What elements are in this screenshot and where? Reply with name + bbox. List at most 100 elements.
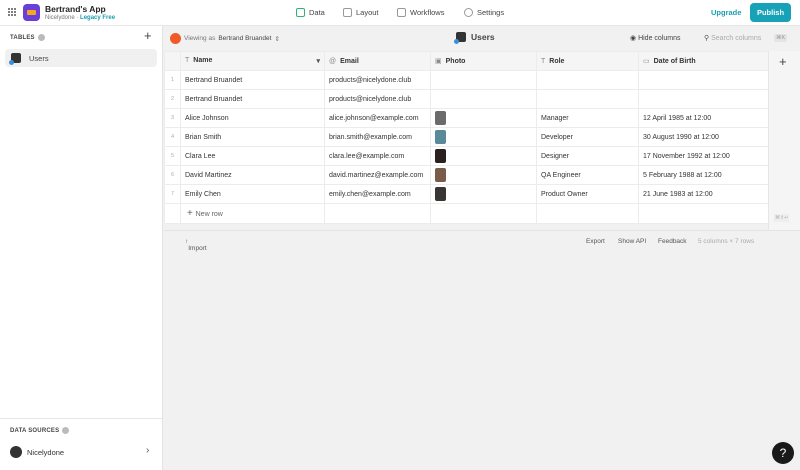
new-row-button[interactable]: + New row [180, 203, 325, 224]
cell-role[interactable]: Developer [536, 127, 639, 147]
cell-photo[interactable] [430, 89, 537, 109]
info-icon[interactable] [62, 427, 70, 434]
app-name[interactable]: Bertrand's App [45, 4, 106, 14]
data-sources-label: DATA SOURCES [10, 428, 60, 435]
import-button[interactable]: ↑ Import [185, 238, 207, 252]
plus-icon: + [187, 208, 196, 219]
column-label: Role [549, 57, 565, 65]
cell-name[interactable]: Clara Lee [180, 146, 325, 166]
show-api-button[interactable]: Show API [618, 238, 646, 245]
cell-photo[interactable] [430, 70, 537, 90]
photo-thumbnail[interactable] [435, 187, 446, 201]
cell-email[interactable]: clara.lee@example.com [324, 146, 431, 166]
cell-email[interactable]: brian.smith@example.com [324, 127, 431, 147]
table-row[interactable]: 5 Clara Lee clara.lee@example.com Designer 1… [164, 146, 769, 166]
cell-name[interactable]: Bertrand Bruandet [180, 70, 325, 90]
cell-dob[interactable]: 21 June 1983 at 12:00 [638, 184, 769, 204]
empty-cell [536, 203, 639, 224]
cell-name[interactable]: Bertrand Bruandet [180, 89, 325, 109]
table-row[interactable]: 7 Emily Chen emily.chen@example.com Product… [164, 184, 769, 204]
table-summary: 5 columns × 7 rows [698, 238, 755, 245]
cell-dob[interactable]: 5 February 1988 at 12:00 [638, 165, 769, 185]
table-title-text: Users [471, 32, 495, 42]
sidebar-item-users[interactable]: Users [5, 49, 157, 67]
cell-photo[interactable] [430, 165, 537, 185]
header-row: T Name ▾ @ Email ▣ Photo T Role ▭ Date of Birt… [164, 51, 769, 71]
column-header-dob[interactable]: ▭ Date of Birth [638, 51, 769, 71]
plan-badge[interactable]: Legacy Free [80, 15, 115, 21]
cell-role[interactable]: Manager [536, 108, 639, 128]
help-button[interactable]: ? [772, 442, 794, 464]
cell-role[interactable]: Product Owner [536, 184, 639, 204]
table-row[interactable]: 6 David Martinez david.martinez@example.co… [164, 165, 769, 185]
publish-button[interactable]: Publish [750, 3, 791, 22]
cell-email[interactable]: alice.johnson@example.com [324, 108, 431, 128]
photo-thumbnail[interactable] [435, 130, 446, 144]
add-column-area: + ⌘⇧↵ [768, 51, 800, 230]
tables-heading: TABLES [10, 34, 45, 41]
sidebar: TABLES + Users DATA SOURCES Nicelydone › [0, 26, 163, 470]
cell-dob[interactable]: 12 April 1985 at 12:00 [638, 108, 769, 128]
cell-name[interactable]: Alice Johnson [180, 108, 325, 128]
add-table-button[interactable]: + [144, 29, 152, 42]
table-row[interactable]: 1 Bertrand Bruandet products@nicelydone.cl… [164, 70, 769, 90]
table-row[interactable]: 2 Bertrand Bruandet products@nicelydone.cl… [164, 89, 769, 109]
cell-photo[interactable] [430, 184, 537, 204]
column-header-photo[interactable]: ▣ Photo [430, 51, 537, 71]
table-row[interactable]: 4 Brian Smith brian.smith@example.com Devel… [164, 127, 769, 147]
cell-dob[interactable]: 17 November 1992 at 12:00 [638, 146, 769, 166]
cell-photo[interactable] [430, 146, 537, 166]
photo-thumbnail[interactable] [435, 168, 446, 182]
cell-dob[interactable] [638, 70, 769, 90]
column-header-email[interactable]: @ Email [324, 51, 431, 71]
tab-settings[interactable]: Settings [464, 0, 504, 25]
row-number: 1 [164, 70, 181, 90]
cell-role[interactable]: QA Engineer [536, 165, 639, 185]
apps-grid-icon[interactable] [8, 8, 16, 16]
column-label: Photo [445, 58, 466, 65]
cell-dob[interactable] [638, 89, 769, 109]
cell-role[interactable] [536, 70, 639, 90]
cell-photo[interactable] [430, 127, 537, 147]
row-number: 2 [164, 89, 181, 109]
search-placeholder: Search columns [711, 35, 762, 42]
data-source-nicelydone[interactable]: Nicelydone [10, 446, 64, 458]
tab-data[interactable]: Data [296, 0, 325, 25]
tab-layout[interactable]: Layout [343, 0, 379, 25]
table-row[interactable]: 3 Alice Johnson alice.johnson@example.com M… [164, 108, 769, 128]
cell-name[interactable]: Emily Chen [180, 184, 325, 204]
tab-label: Settings [477, 8, 505, 17]
cell-email[interactable]: david.martinez@example.com [324, 165, 431, 185]
column-label: Date of Birth [653, 58, 696, 65]
image-icon: ▣ [435, 58, 442, 65]
new-row-label: New row [195, 211, 223, 218]
cell-photo[interactable] [430, 108, 537, 128]
cell-role[interactable] [536, 89, 639, 109]
photo-thumbnail[interactable] [435, 111, 446, 125]
cell-email[interactable]: emily.chen@example.com [324, 184, 431, 204]
cell-dob[interactable]: 30 August 1990 at 12:00 [638, 127, 769, 147]
add-column-button[interactable]: + [779, 54, 787, 69]
export-button[interactable]: Export [586, 238, 605, 245]
photo-thumbnail[interactable] [435, 149, 446, 163]
cell-name[interactable]: David Martinez [180, 165, 325, 185]
feedback-button[interactable]: Feedback [658, 238, 687, 245]
user-avatar [170, 33, 181, 44]
viewing-as-selector[interactable]: Viewing as Bertrand Bruandet ⇕ [170, 33, 280, 44]
sidebar-item-label: Users [29, 53, 49, 63]
info-icon[interactable] [37, 34, 45, 41]
cell-email[interactable]: products@nicelydone.club [324, 89, 431, 109]
sort-down-icon[interactable]: ▾ [316, 57, 320, 65]
upgrade-link[interactable]: Upgrade [711, 8, 741, 17]
tab-workflows[interactable]: Workflows [397, 0, 444, 25]
hide-columns-button[interactable]: ◉ Hide columns [630, 34, 680, 42]
column-header-role[interactable]: T Role [536, 51, 639, 71]
at-icon: @ [329, 57, 337, 65]
cell-name[interactable]: Brian Smith [180, 127, 325, 147]
search-columns-input[interactable]: ⚲ Search columns [704, 34, 761, 42]
chevron-right-icon[interactable]: › [146, 445, 149, 456]
column-header-name[interactable]: T Name ▾ [180, 51, 325, 71]
table-toolbar: Viewing as Bertrand Bruandet ⇕ Users ◉ Hid… [164, 26, 800, 51]
cell-role[interactable]: Designer [536, 146, 639, 166]
cell-email[interactable]: products@nicelydone.club [324, 70, 431, 90]
